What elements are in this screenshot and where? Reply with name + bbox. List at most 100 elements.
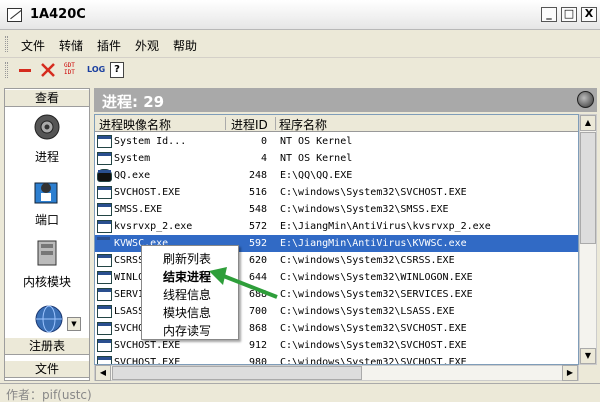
window-icon [97,220,112,233]
menu-module-info[interactable]: 模块信息 [163,304,211,321]
stop-x-icon[interactable] [40,62,56,78]
kernel-module-icon[interactable] [36,239,58,267]
window-icon [97,339,112,352]
column-pid[interactable]: 进程ID [231,116,268,133]
menu-end-process[interactable]: 结束进程 [163,268,211,285]
table-row[interactable]: System Id... 0 NT OS Kernel [95,133,578,150]
window-icon [97,186,112,199]
process-gear-icon[interactable] [33,113,61,141]
process-name: SMSS.EXE [114,204,163,215]
scroll-down-icon[interactable]: ▼ [580,348,596,364]
window-icon [97,152,112,165]
sidebar-item-process[interactable]: 进程 [5,148,89,165]
title-bar[interactable]: 1A420C _ □ X [0,0,600,30]
close-button[interactable]: X [581,7,597,22]
menu-grip[interactable] [5,36,8,52]
globe-icon[interactable] [34,304,64,334]
program-path: NT OS Kernel [280,136,353,147]
process-name: SVCHOST.EXE [114,187,181,198]
table-row[interactable]: System 4 NT OS Kernel [95,150,578,167]
vertical-scroll-thumb[interactable] [580,132,596,244]
column-program-name[interactable]: 程序名称 [279,116,327,133]
menu-plugins[interactable]: 插件 [97,37,121,54]
scroll-right-icon[interactable]: ▶ [562,365,578,381]
menu-bar: 文件 转储 插件 外观 帮助 [0,31,600,57]
log-button[interactable]: LOG [87,62,105,78]
window-icon [97,203,112,216]
menu-appearance[interactable]: 外观 [135,37,159,54]
process-count: 进程: 29 [102,93,165,111]
process-id: 548 [248,204,267,215]
qq-penguin-icon [97,169,112,182]
table-row[interactable]: SVCHOST.EXE 980 C:\windows\System32\SVCHOS… [95,354,578,365]
more-dropdown-icon[interactable]: ▼ [67,317,81,331]
program-path: E:\QQ\QQ.EXE [280,170,353,181]
menu-help[interactable]: 帮助 [173,37,197,54]
file-header[interactable]: 文件 [5,360,89,378]
sidebar-item-kernel-module[interactable]: 内核模块 [5,273,89,290]
window-icon [97,288,112,301]
scroll-up-icon[interactable]: ▲ [580,115,596,131]
menu-refresh-list[interactable]: 刷新列表 [163,250,211,267]
program-path: C:\windows\System32\LSASS.EXE [280,306,455,317]
process-name: System Id... [114,136,187,147]
process-name: kvsrvxp_2.exe [114,221,193,232]
process-name: SVCHOST.EXE [114,357,181,365]
process-id: 516 [248,187,267,198]
gdt-idt-button[interactable]: GDT IDT [64,62,82,78]
program-path: C:\windows\System32\SERVICES.EXE [280,289,473,300]
program-path: C:\windows\System32\SMSS.EXE [280,204,449,215]
menu-dump[interactable]: 转储 [59,37,83,54]
green-arrow-icon [209,267,278,299]
refresh-icon[interactable] [577,91,594,108]
help-button[interactable]: ? [110,62,124,78]
toolbar-grip[interactable] [5,62,8,78]
app-icon [7,8,22,22]
view-header[interactable]: 查看 [5,89,89,107]
horizontal-scroll-thumb[interactable] [112,366,362,380]
process-count-header: 进程: 29 [94,88,597,112]
idt-label: IDT [64,69,75,76]
program-path: C:\windows\System32\WINLOGON.EXE [280,272,473,283]
window-icon [97,322,112,335]
table-row[interactable]: SMSS.EXE 548 C:\windows\System32\SMSS.EXE [95,201,578,218]
menu-file[interactable]: 文件 [21,37,45,54]
window-icon [97,135,112,148]
process-id: 4 [260,153,267,164]
window-icon [97,254,112,267]
process-id: 980 [248,357,267,365]
process-name: SVCHO [114,323,145,334]
process-id: 572 [248,221,267,232]
process-name: CSRSS [114,255,145,266]
program-path: E:\JiangMin\AntiVirus\KVWSC.exe [280,238,467,249]
horizontal-scrollbar[interactable]: ◀ ▶ [94,365,579,381]
gdt-label: GDT [64,62,75,69]
menu-memory-rw[interactable]: 内存读写 [163,322,211,339]
window-icon [97,305,112,318]
column-image-name[interactable]: 进程映像名称 [99,116,171,133]
program-path: C:\windows\System32\SVCHOST.EXE [280,357,467,365]
program-path: C:\windows\System32\SVCHOST.EXE [280,187,467,198]
process-name: SERVI [114,289,145,300]
author-label: 作者：pif(ustc) [6,388,92,402]
menu-thread-info[interactable]: 线程信息 [163,286,211,303]
table-row[interactable]: QQ.exe 248 E:\QQ\QQ.EXE [95,167,578,184]
scroll-left-icon[interactable]: ◀ [95,365,111,381]
kv-icon [97,237,112,250]
process-name: System [114,153,151,164]
program-path: C:\windows\System32\SVCHOST.EXE [280,323,467,334]
table-row[interactable]: SVCHOST.EXE 516 C:\windows\System32\SVCHOS… [95,184,578,201]
window-title: 1A420C [30,7,86,22]
program-path: C:\windows\System32\SVCHOST.EXE [280,340,467,351]
minimize-button[interactable]: _ [541,7,557,22]
registry-header[interactable]: 注册表 [5,337,89,355]
port-network-icon[interactable] [33,177,61,207]
process-id: 0 [260,136,267,147]
vertical-scrollbar[interactable]: ▲ ▼ [579,114,597,365]
maximize-button[interactable]: □ [561,7,577,22]
program-path: E:\JiangMin\AntiVirus\kvsrvxp_2.exe [280,221,491,232]
minus-icon[interactable] [17,62,33,78]
sidebar: 查看 进程 端口 内核模块 ▼ 注册表 文件 [4,88,90,381]
sidebar-item-port[interactable]: 端口 [5,211,89,228]
table-row[interactable]: kvsrvxp_2.exe 572 E:\JiangMin\AntiVirus\kv… [95,218,578,235]
